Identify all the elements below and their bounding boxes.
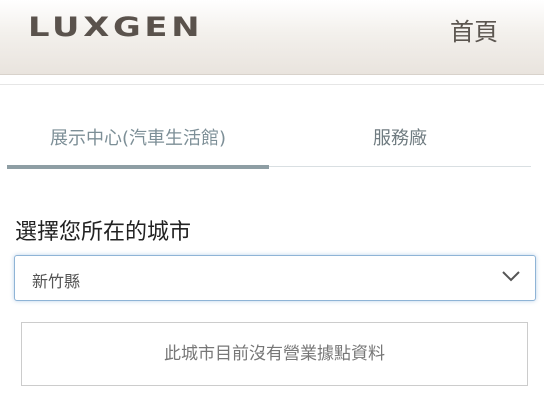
home-link[interactable]: 首頁 xyxy=(450,12,498,47)
city-select-value: 新竹縣 xyxy=(32,272,81,291)
city-select[interactable]: 新竹縣 xyxy=(14,255,536,301)
no-locations-message: 此城市目前沒有營業據點資料 xyxy=(21,322,528,386)
divider xyxy=(0,84,544,85)
city-select-label: 選擇您所在的城市 xyxy=(15,220,192,245)
chevron-down-icon xyxy=(502,271,520,282)
tab-showroom[interactable]: 展示中心(汽車生活館) xyxy=(7,112,269,169)
tab-service-center[interactable]: 服務廠 xyxy=(269,112,531,169)
site-header: LUXGEN 首頁 xyxy=(0,0,544,75)
location-tabs: 展示中心(汽車生活館) 服務廠 xyxy=(7,112,531,169)
luxgen-logo[interactable]: LUXGEN xyxy=(28,12,203,43)
active-tab-indicator xyxy=(7,165,269,169)
